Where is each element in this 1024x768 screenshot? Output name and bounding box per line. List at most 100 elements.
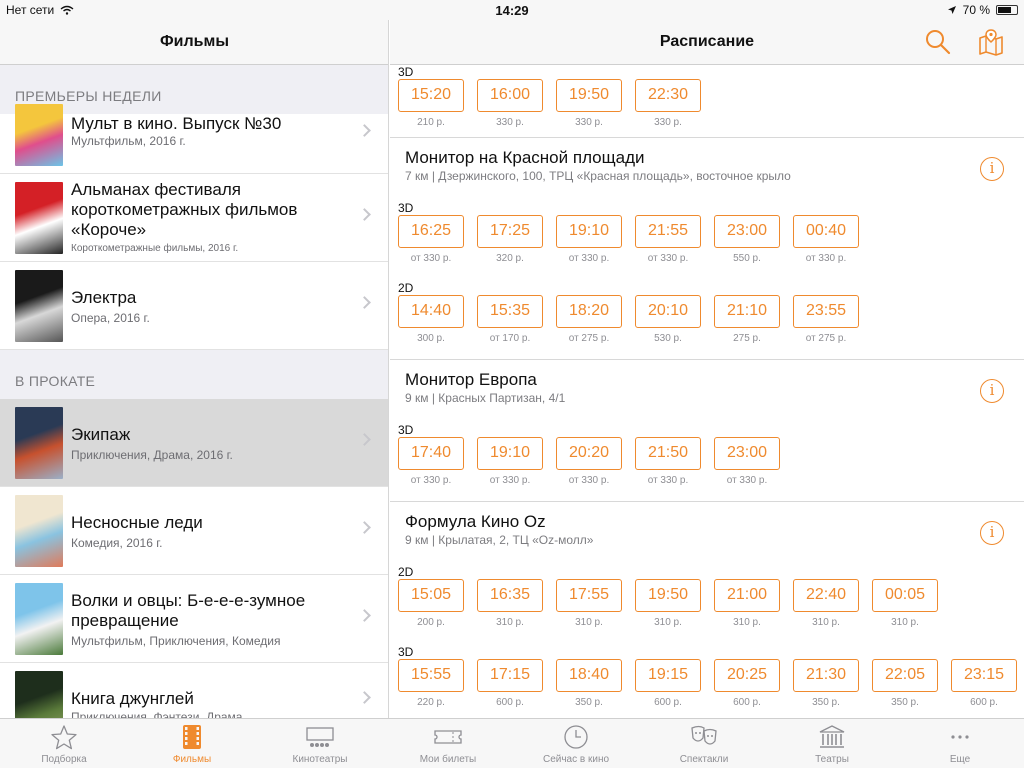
showtime[interactable]: 19:10 от 330 р. — [477, 437, 543, 486]
showtime[interactable]: 20:10 530 р. — [635, 295, 701, 344]
showtime[interactable]: 15:20 210 р. — [398, 79, 464, 128]
showtime-button[interactable]: 17:55 — [556, 579, 622, 612]
showtime[interactable]: 20:20 от 330 р. — [556, 437, 622, 486]
showtime-button[interactable]: 16:25 — [398, 215, 464, 248]
showtime-button[interactable]: 16:35 — [477, 579, 543, 612]
showtime-button[interactable]: 15:05 — [398, 579, 464, 612]
showtime-button[interactable]: 00:40 — [793, 215, 859, 248]
showtime[interactable]: 19:15 600 р. — [635, 659, 701, 708]
tab-label: Подборка — [41, 754, 87, 765]
showtime-button[interactable]: 18:40 — [556, 659, 622, 692]
showtime[interactable]: 21:30 350 р. — [793, 659, 859, 708]
movie-row[interactable]: Альманах фестиваля короткометражных филь… — [0, 174, 388, 262]
tab-theater-masks[interactable]: Спектакли — [640, 719, 768, 768]
showtime-button[interactable]: 21:50 — [635, 437, 701, 470]
showtime-button[interactable]: 23:00 — [714, 215, 780, 248]
showtime-button[interactable]: 00:05 — [872, 579, 938, 612]
cinema-name[interactable]: Монитор на Красной площади — [405, 148, 645, 168]
showtime[interactable]: 17:15 600 р. — [477, 659, 543, 708]
showtime[interactable]: 00:05 310 р. — [872, 579, 938, 628]
showtime-button[interactable]: 17:15 — [477, 659, 543, 692]
showtime-button[interactable]: 15:20 — [398, 79, 464, 112]
movie-row[interactable]: Несносные леди Комедия, 2016 г. — [0, 487, 388, 575]
tab-clock[interactable]: Сейчас в кино — [512, 719, 640, 768]
showtime[interactable]: 19:50 330 р. — [556, 79, 622, 128]
tab-more[interactable]: Еще — [896, 719, 1024, 768]
showtime-button[interactable]: 21:30 — [793, 659, 859, 692]
showtime-button[interactable]: 21:55 — [635, 215, 701, 248]
showtime-button[interactable]: 20:20 — [556, 437, 622, 470]
movie-row[interactable]: Книга джунглей Приключения, Фэнтези, Драм… — [0, 663, 388, 718]
showtime[interactable]: 17:40 от 330 р. — [398, 437, 464, 486]
showtime[interactable]: 16:00 330 р. — [477, 79, 543, 128]
movie-row[interactable]: Экипаж Приключения, Драма, 2016 г. — [0, 399, 388, 487]
showtime[interactable]: 16:35 310 р. — [477, 579, 543, 628]
tab-film[interactable]: Фильмы — [128, 719, 256, 768]
showtime-button[interactable]: 17:40 — [398, 437, 464, 470]
showtime[interactable]: 22:30 330 р. — [635, 79, 701, 128]
showtime[interactable]: 22:05 350 р. — [872, 659, 938, 708]
showtime[interactable]: 19:50 310 р. — [635, 579, 701, 628]
showtime-button[interactable]: 17:25 — [477, 215, 543, 248]
showtime[interactable]: 19:10 от 330 р. — [556, 215, 622, 264]
showtime-button[interactable]: 15:35 — [477, 295, 543, 328]
info-icon[interactable]: i — [980, 379, 1004, 403]
info-icon[interactable]: i — [980, 157, 1004, 181]
showtime[interactable]: 21:55 от 330 р. — [635, 215, 701, 264]
showtime-button[interactable]: 19:10 — [556, 215, 622, 248]
showtime[interactable]: 23:55 от 275 р. — [793, 295, 859, 344]
showtime-button[interactable]: 23:55 — [793, 295, 859, 328]
showtime[interactable]: 21:10 275 р. — [714, 295, 780, 344]
tab-cinema-screen[interactable]: Кинотеатры — [256, 719, 384, 768]
showtime-button[interactable]: 19:50 — [635, 579, 701, 612]
showtime-button[interactable]: 20:10 — [635, 295, 701, 328]
showtime-button[interactable]: 19:10 — [477, 437, 543, 470]
showtime-button[interactable]: 21:00 — [714, 579, 780, 612]
showtime-button[interactable]: 22:40 — [793, 579, 859, 612]
tab-star[interactable]: Подборка — [0, 719, 128, 768]
showtime-button[interactable]: 19:15 — [635, 659, 701, 692]
showtime[interactable]: 20:25 600 р. — [714, 659, 780, 708]
map-icon[interactable] — [977, 28, 1005, 56]
showtime-button[interactable]: 22:30 — [635, 79, 701, 112]
showtime[interactable]: 23:15 600 р. — [951, 659, 1017, 708]
showtime-button[interactable]: 19:50 — [556, 79, 622, 112]
showtime-button[interactable]: 23:15 — [951, 659, 1017, 692]
showtime[interactable]: 17:55 310 р. — [556, 579, 622, 628]
showtime-button[interactable]: 14:40 — [398, 295, 464, 328]
tab-ticket[interactable]: Мои билеты — [384, 719, 512, 768]
showtime[interactable]: 21:50 от 330 р. — [635, 437, 701, 486]
showtime-button[interactable]: 20:25 — [714, 659, 780, 692]
showtime-button[interactable]: 18:20 — [556, 295, 622, 328]
cinema-address: 9 км | Крылатая, 2, ТЦ «Oz-молл» — [405, 533, 594, 547]
showtime[interactable]: 15:05 200 р. — [398, 579, 464, 628]
showtime[interactable]: 14:40 300 р. — [398, 295, 464, 344]
tab-theater-building[interactable]: Театры — [768, 719, 896, 768]
showtime[interactable]: 23:00 550 р. — [714, 215, 780, 264]
showtime[interactable]: 21:00 310 р. — [714, 579, 780, 628]
showtime-button[interactable]: 16:00 — [477, 79, 543, 112]
cinema-name[interactable]: Формула Кино Oz — [405, 512, 546, 532]
movie-row[interactable]: Мульт в кино. Выпуск №30 Мультфильм, 2016… — [0, 104, 388, 174]
movie-row[interactable]: Электра Опера, 2016 г. — [0, 262, 388, 350]
tab-bar: Подборка Фильмы Кинотеатры Мои билеты Сейчас… — [0, 718, 1024, 768]
showtime[interactable]: 17:25 320 р. — [477, 215, 543, 264]
movies-nav-bar: Фильмы — [0, 20, 388, 65]
cinema-name[interactable]: Монитор Европа — [405, 370, 537, 390]
info-icon[interactable]: i — [980, 521, 1004, 545]
movie-row[interactable]: Волки и овцы: Б-е-е-е-зумное превращение… — [0, 575, 388, 663]
showtime[interactable]: 00:40 от 330 р. — [793, 215, 859, 264]
showtime[interactable]: 23:00 от 330 р. — [714, 437, 780, 486]
showtime[interactable]: 16:25 от 330 р. — [398, 215, 464, 264]
showtime-button[interactable]: 21:10 — [714, 295, 780, 328]
showtime[interactable]: 18:40 350 р. — [556, 659, 622, 708]
showtime[interactable]: 18:20 от 275 р. — [556, 295, 622, 344]
showtime[interactable]: 15:55 220 р. — [398, 659, 464, 708]
showtime-button[interactable]: 23:00 — [714, 437, 780, 470]
showtime[interactable]: 15:35 от 170 р. — [477, 295, 543, 344]
search-icon[interactable] — [924, 28, 952, 56]
showtimes-row: 16:25 от 330 р. 17:25 320 р. 19:10 от 330 р. 2… — [398, 215, 859, 264]
showtime[interactable]: 22:40 310 р. — [793, 579, 859, 628]
showtime-button[interactable]: 22:05 — [872, 659, 938, 692]
showtime-button[interactable]: 15:55 — [398, 659, 464, 692]
